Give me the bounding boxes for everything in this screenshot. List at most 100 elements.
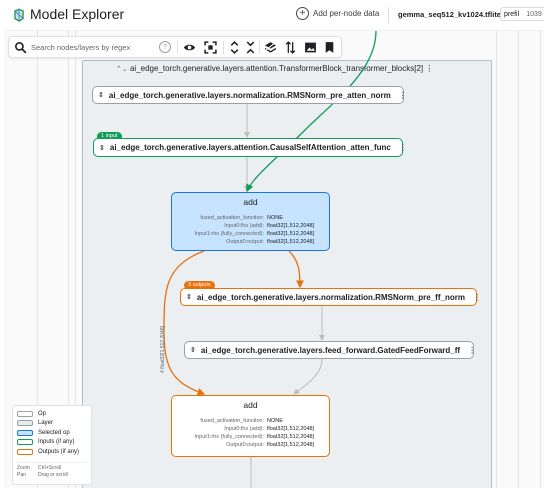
- hint-action: Zoom: [17, 464, 30, 471]
- chevron-icon[interactable]: ⇕: [99, 144, 105, 152]
- add-circle-icon: +: [296, 7, 309, 20]
- legend-item: Op: [17, 409, 87, 419]
- attr-row: Input0:lhs (add): float32[1,512,2048]: [176, 222, 328, 230]
- attr-value: float32[1,512,2048]: [267, 426, 315, 432]
- edge-ffn-to-add: [293, 358, 323, 395]
- chevron-icon[interactable]: ⇕: [98, 91, 104, 99]
- legend-item: Selected op: [17, 428, 87, 438]
- attr-row: Input1:rhs (fully_connected): float32[1,5…: [176, 230, 328, 238]
- attr-row: Input1:rhs (fully_connected): float32[1,5…: [176, 433, 328, 441]
- graph-canvas[interactable]: ⌃⌄ ai_edge_torch.generative.layers.atten…: [4, 30, 544, 488]
- search-input[interactable]: [31, 40, 171, 54]
- help-icon[interactable]: ?: [159, 41, 171, 53]
- visibility-icon[interactable]: [183, 41, 196, 54]
- legend-item: Inputs (if any): [17, 438, 87, 448]
- attr-value: float32[1,512,2048]: [267, 434, 315, 440]
- legend-label: Inputs (if any): [38, 439, 75, 446]
- divider: [223, 41, 224, 54]
- graph-selector-value: prefil: [504, 10, 520, 18]
- chevron-icon[interactable]: ⇕: [190, 346, 196, 354]
- attr-value: float32[1,512,2048]: [267, 231, 315, 237]
- attr-row: Output0:output: float32[1,512,2048]: [176, 238, 328, 246]
- edge-add-skip: [163, 250, 206, 396]
- search-icon: [15, 42, 27, 54]
- op-attributes: fused_activation_function: NONE Input0:lh…: [176, 214, 328, 246]
- attr-key: Input1:rhs (fully_connected):: [194, 231, 264, 237]
- image-icon[interactable]: [304, 41, 317, 54]
- legend-swatch-selected: [17, 429, 33, 436]
- layer-feed-forward[interactable]: ⇕ ai_edge_torch.generative.layers.feed_f…: [184, 341, 476, 359]
- layer-label: ai_edge_torch.generative.layers.normaliz…: [196, 292, 465, 302]
- attr-value: float32[1,512,2048]: [267, 223, 315, 229]
- legend-swatch-inputs: [17, 439, 33, 446]
- attr-key: Output0:output:: [226, 442, 264, 448]
- attr-key: Input0:lhs (add):: [224, 223, 264, 229]
- legend-swatch-layer: [17, 420, 33, 427]
- add-per-node-data-label: Add per-node data: [313, 9, 380, 18]
- legend-label: Outputs (if any): [38, 448, 80, 455]
- layer-label: ai_edge_torch.generative.layers.feed_for…: [200, 345, 461, 355]
- attr-key: fused_activation_function:: [200, 418, 264, 424]
- expand-icon[interactable]: [228, 41, 241, 54]
- legend-item: Layer: [17, 419, 87, 429]
- graph-selector[interactable]: prefil 1039: [500, 7, 544, 21]
- hint-row: Pan Drag or scroll: [17, 472, 87, 479]
- attr-key: fused_activation_function:: [200, 215, 264, 221]
- more-vert-icon[interactable]: ⋮: [473, 293, 481, 302]
- legend-swatch-op: [17, 410, 33, 417]
- hint-action: Pan: [17, 471, 26, 478]
- legend-label: Layer: [38, 420, 54, 427]
- op-add-output[interactable]: add fused_activation_function: NONE Input…: [171, 395, 330, 457]
- op-attributes: fused_activation_function: NONE Input0:lh…: [176, 417, 328, 449]
- model-file-name: gemma_seq512_kv1024.tflite: [398, 10, 501, 19]
- legend-label: Selected op: [38, 429, 70, 436]
- more-vert-icon[interactable]: ⋮: [468, 346, 476, 355]
- edge-add-to-rmsnorm: [288, 250, 304, 289]
- attr-row: fused_activation_function: NONE: [176, 214, 328, 222]
- logo-icon: [14, 8, 24, 22]
- legend-hints: Zoom Ctrl+Scroll Pan Drag or scroll: [17, 461, 87, 479]
- op-title: add: [243, 197, 258, 207]
- attr-key: Input0:lhs (add):: [224, 426, 264, 432]
- divider: [177, 41, 178, 54]
- chevron-icon[interactable]: ⇕: [186, 293, 192, 301]
- graph-node-count: 1039: [526, 10, 542, 18]
- layer-rmsnorm-pre-atten[interactable]: ⇕ ai_edge_torch.generative.layers.normal…: [92, 86, 407, 104]
- app-title: Model Explorer: [30, 6, 125, 22]
- divider: [259, 41, 260, 54]
- attr-key: Output0:output:: [226, 239, 264, 245]
- legend-item: Outputs (if any): [17, 447, 87, 457]
- layers-icon[interactable]: [264, 41, 277, 54]
- add-per-node-data-button[interactable]: + Add per-node data: [296, 7, 379, 20]
- legend-label: Op: [38, 410, 47, 417]
- layer-label: ai_edge_torch.generative.layers.normaliz…: [108, 90, 391, 100]
- more-vert-icon[interactable]: ⋮: [399, 91, 407, 100]
- layer-label: ai_edge_torch.generative.layers.attentio…: [109, 143, 391, 152]
- op-title: add: [243, 400, 258, 410]
- op-add-selected[interactable]: add fused_activation_function: NONE Input…: [171, 192, 330, 251]
- canvas-toolbar: ?: [8, 36, 342, 58]
- more-vert-icon[interactable]: ⋮: [399, 143, 407, 152]
- legend: Op Layer Selected op Inputs (if any) Out…: [12, 405, 92, 485]
- attr-key: Input1:rhs (fully_connected):: [194, 434, 264, 440]
- top-bar: Model Explorer + Add per-node data gemma…: [0, 0, 544, 30]
- attr-value: float32[1,512,2048]: [267, 239, 315, 245]
- collapse-icon[interactable]: [244, 41, 257, 54]
- attr-value: NONE: [267, 215, 283, 221]
- divider: [388, 7, 389, 23]
- hint-keys: Ctrl+Scroll: [38, 464, 62, 471]
- legend-swatch-outputs: [17, 448, 33, 455]
- sort-icon[interactable]: [284, 41, 297, 54]
- hint-keys: Drag or scroll: [38, 471, 68, 478]
- attr-row: Output0:output: float32[1,512,2048]: [176, 441, 328, 449]
- attr-value: float32[1,512,2048]: [267, 442, 315, 448]
- edge-shape-label: 4 float32[1,512,2048]: [160, 326, 166, 373]
- layer-attention[interactable]: ⇕ ai_edge_torch.generative.layers.attent…: [93, 138, 407, 157]
- layer-rmsnorm-pre-ff[interactable]: ⇕ ai_edge_torch.generative.layers.normal…: [180, 288, 481, 306]
- fit-screen-icon[interactable]: [204, 41, 217, 54]
- attr-value: NONE: [267, 418, 283, 424]
- attr-row: Input0:lhs (add): float32[1,512,2048]: [176, 425, 328, 433]
- hint-row: Zoom Ctrl+Scroll: [17, 465, 87, 472]
- attr-row: fused_activation_function: NONE: [176, 417, 328, 425]
- bookmark-icon[interactable]: [323, 41, 336, 54]
